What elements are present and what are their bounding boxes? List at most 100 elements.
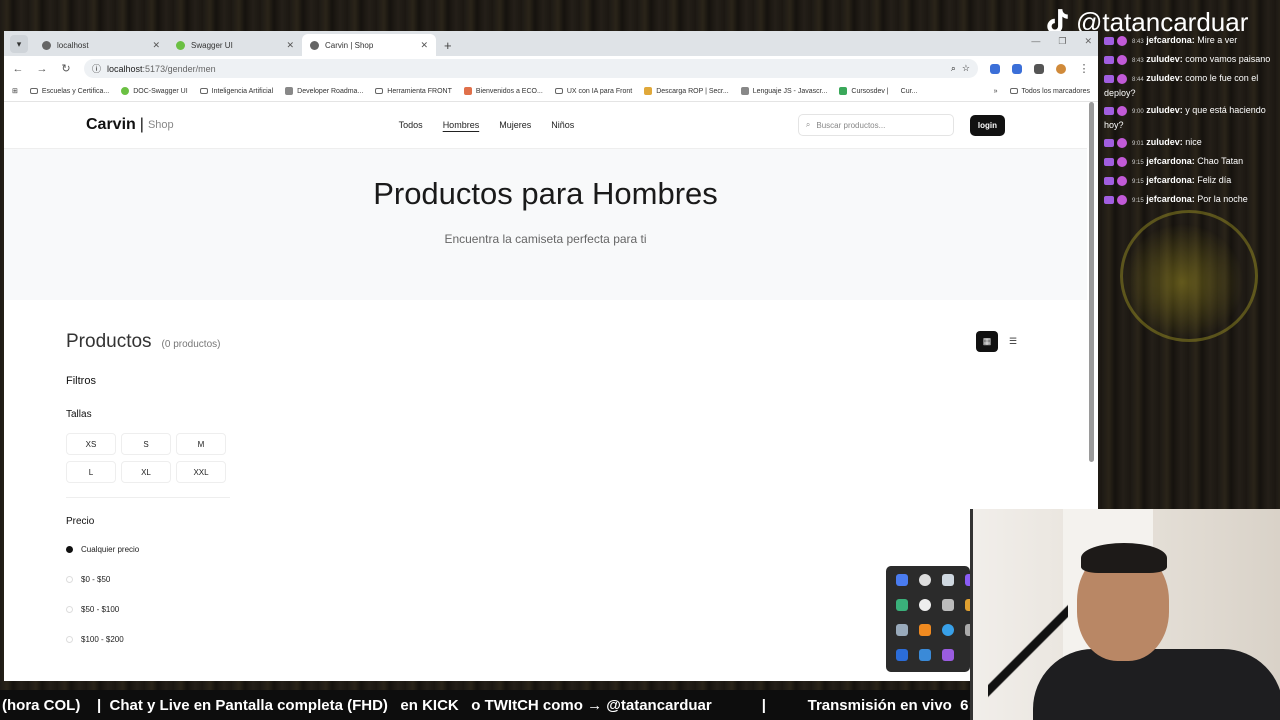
tray-icon[interactable] [919, 574, 931, 586]
bookmark-item[interactable]: Lenguaje JS - Javascr... [740, 87, 827, 95]
bookmark-item[interactable]: Cur... [901, 88, 918, 95]
tray-icon[interactable] [942, 574, 954, 586]
bookmark-item[interactable]: Descarga ROP | Secr... [644, 87, 729, 95]
kebab-menu-icon[interactable]: ⋮ [1078, 62, 1090, 75]
radio[interactable] [66, 576, 73, 583]
tray-icon[interactable] [896, 574, 908, 586]
banana-logo-watermark [1120, 210, 1258, 342]
site-header: Carvin | Shop Todos Hombres Mujeres Niño… [4, 102, 1087, 149]
bookmark-item[interactable]: Cursosdev | [839, 87, 889, 95]
tab-localhost[interactable]: localhost ✕ [34, 34, 168, 56]
size-button[interactable]: XL [121, 461, 171, 483]
bluetooth-icon[interactable] [896, 649, 908, 661]
tray-icon[interactable] [919, 599, 931, 611]
window-controls: — ❐ ✕ [1031, 36, 1092, 47]
profile-avatar[interactable] [1056, 63, 1066, 74]
page-scrollbar[interactable] [1089, 102, 1094, 462]
news-ticker: (hora COL) | Chat y Live en Pantalla com… [0, 690, 970, 720]
radio-selected[interactable] [66, 546, 73, 553]
chat-badges [1104, 156, 1132, 167]
chat-message: 8:43 zuludev: como vamos paisano [1104, 53, 1274, 68]
size-button[interactable]: L [66, 461, 116, 483]
forward-icon[interactable]: → [36, 63, 48, 75]
bookmark-item[interactable]: Escuelas y Certifica... [29, 88, 109, 95]
back-icon[interactable]: ← [12, 63, 24, 75]
url-input[interactable]: ⓘ localhost:5173/gender/men ⌕ ☆ [84, 59, 978, 78]
nav-todos[interactable]: Todos [399, 120, 423, 130]
tab-search-button[interactable]: ▾ [10, 35, 28, 53]
site-icon [740, 87, 749, 95]
bookmark-item[interactable]: Bienvenidos a ECO... [463, 87, 543, 95]
bookmark-item[interactable]: UX con IA para Front [554, 88, 632, 95]
price-title: Precio [66, 516, 95, 527]
tab-title: localhost [57, 40, 89, 50]
filters-title: Filtros [66, 375, 96, 387]
tray-icon[interactable] [919, 624, 931, 636]
tab-carvin-shop[interactable]: Carvin | Shop ✕ [302, 34, 436, 56]
size-button[interactable]: S [121, 433, 171, 455]
price-option[interactable]: Cualquier precio [66, 542, 230, 557]
new-tab-button[interactable]: + [444, 38, 452, 53]
tray-icon[interactable] [896, 599, 908, 611]
folder-icon [554, 88, 563, 94]
handle-text: @tatancarduar [1076, 6, 1249, 37]
minimize-icon[interactable]: — [1031, 36, 1040, 47]
system-tray-popup [886, 566, 977, 672]
extension-icon[interactable] [1012, 63, 1022, 74]
chat-message: 9:15 jefcardona: Por la noche [1104, 193, 1274, 208]
site-info-icon[interactable]: ⓘ [92, 62, 101, 75]
bookmark-item[interactable]: Inteligencia Artificial [199, 88, 273, 95]
all-bookmarks[interactable]: Todos los marcadores [1009, 88, 1090, 95]
bookmark-item[interactable]: Herramienta FRONT [375, 88, 452, 95]
url-text: localhost:5173/gender/men [107, 63, 216, 74]
tray-icon[interactable] [919, 649, 931, 661]
swagger-icon [176, 40, 185, 50]
tray-icon[interactable] [942, 649, 954, 661]
close-window-icon[interactable]: ✕ [1084, 36, 1092, 47]
tray-icon[interactable] [942, 599, 954, 611]
brand-logo[interactable]: Carvin [86, 116, 136, 134]
zoom-icon[interactable]: ⌕ [951, 63, 956, 74]
tray-icon[interactable] [942, 624, 954, 636]
products-count: (0 productos) [161, 339, 221, 350]
close-icon[interactable]: ✕ [420, 40, 428, 51]
address-bar: ← → ↻ ⓘ localhost:5173/gender/men ⌕ ☆ ⋮ [4, 56, 1098, 81]
size-button[interactable]: M [176, 433, 226, 455]
radio[interactable] [66, 606, 73, 613]
grid-view-icon[interactable]: ▦ [976, 331, 998, 352]
bookmark-item[interactable]: Developer Roadma... [285, 87, 363, 95]
price-option[interactable]: $0 - $50 [66, 572, 230, 587]
price-option[interactable]: $50 - $100 [66, 602, 230, 617]
size-button[interactable]: XXL [176, 461, 226, 483]
chat-message: 9:00 zuludev: y que está haciendo hoy? [1104, 105, 1266, 130]
tab-swagger[interactable]: Swagger UI ✕ [168, 34, 302, 56]
search-input[interactable]: ⌕ Buscar productos... [797, 114, 954, 136]
puzzle-icon[interactable] [1034, 63, 1044, 74]
price-option[interactable]: $100 - $200 [66, 632, 230, 647]
radio[interactable] [66, 636, 73, 643]
brand-separator: | [139, 116, 144, 133]
size-button[interactable]: XS [66, 433, 116, 455]
close-icon[interactable]: ✕ [152, 40, 160, 51]
site-icon [644, 87, 653, 95]
more-bookmarks-icon[interactable]: » [994, 88, 998, 95]
star-icon[interactable]: ☆ [962, 63, 970, 74]
nav-ninos[interactable]: Niños [551, 120, 574, 130]
site-icon [463, 87, 472, 95]
nav-hombres[interactable]: Hombres [443, 120, 480, 130]
tray-icon[interactable] [896, 624, 908, 636]
reload-icon[interactable]: ↻ [60, 62, 72, 75]
close-icon[interactable]: ✕ [286, 40, 294, 51]
nav-mujeres[interactable]: Mujeres [499, 120, 531, 130]
sizes-title: Tallas [66, 409, 92, 420]
list-view-icon[interactable]: ☰ [1002, 331, 1024, 352]
extension-icon[interactable] [990, 63, 1000, 74]
chat-message: 9:15 jefcardona: Chao Tatan [1104, 155, 1274, 170]
bookmark-item[interactable]: DOC-Swagger UI [121, 87, 188, 95]
swagger-icon [121, 87, 130, 95]
chat-badges [1104, 105, 1132, 116]
maximize-icon[interactable]: ❐ [1058, 36, 1066, 47]
apps-icon[interactable]: ⊞ [12, 87, 18, 95]
chat-message: 9:01 zuludev: nice [1104, 136, 1274, 151]
login-button[interactable]: login [969, 114, 1005, 136]
